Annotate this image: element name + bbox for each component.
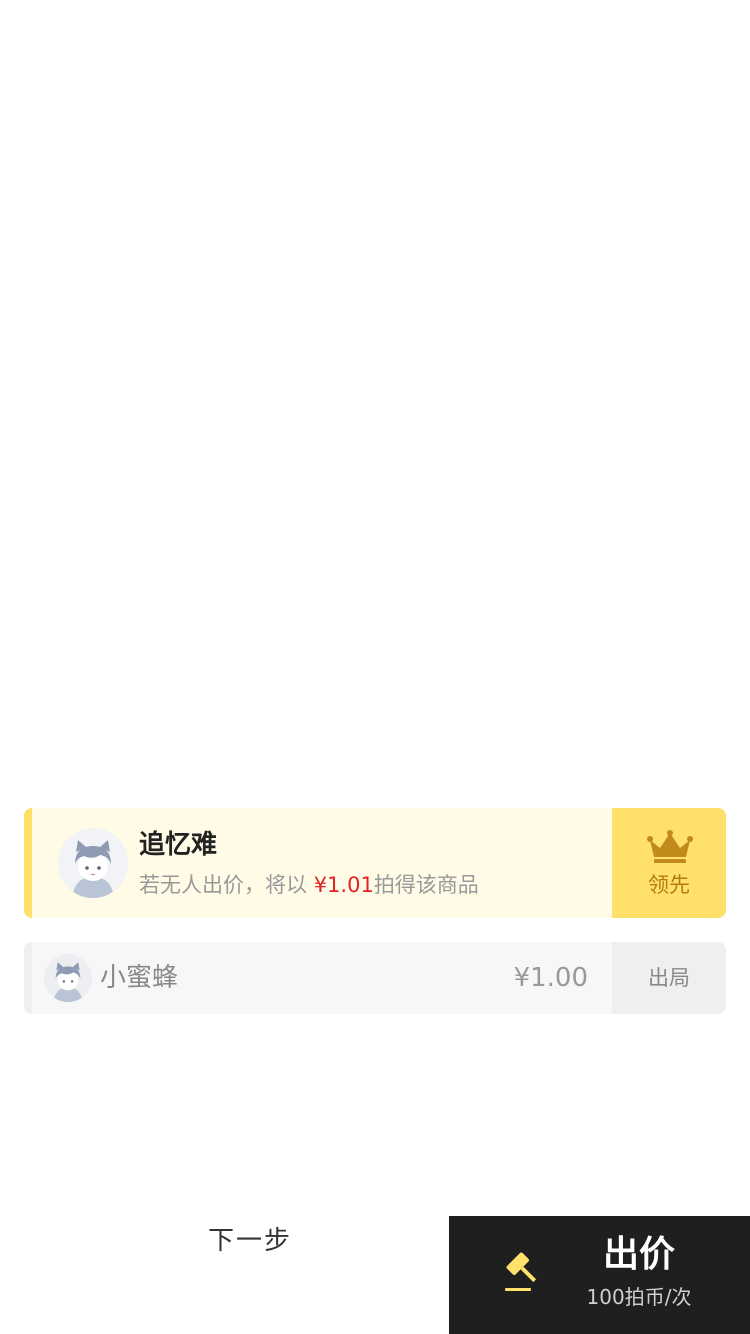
leader-name: 追忆难 — [139, 830, 218, 860]
place-bid-button[interactable]: 出价 100拍币/次 — [449, 1216, 750, 1334]
bid-button-label: 出价 — [602, 1234, 675, 1275]
leader-desc-suffix: 拍得该商品 — [373, 873, 479, 897]
bidder-accent-bar — [24, 942, 32, 1014]
bidder-avatar — [44, 954, 92, 1002]
bidder-status-out: 出局 — [612, 942, 726, 1014]
leading-badge-label: 领先 — [648, 873, 690, 897]
next-step-button[interactable]: 下一步 — [190, 1216, 310, 1266]
leading-badge: 领先 — [612, 808, 726, 918]
auction-page: 追忆难 若无人出价，将以 ¥1.01拍得该商品 领先 小蜜蜂 ¥1.00 出局 … — [0, 0, 750, 1334]
cat-ear-avatar-icon — [58, 828, 128, 898]
leader-description: 若无人出价，将以 ¥1.01拍得该商品 — [139, 870, 479, 900]
leader-winning-price: ¥1.01 — [313, 873, 374, 897]
leader-desc-prefix: 若无人出价，将以 — [139, 873, 314, 897]
gavel-icon — [505, 1252, 537, 1291]
bidder-amount: ¥1.00 — [513, 963, 588, 993]
leading-bidder-card: 追忆难 若无人出价，将以 ¥1.01拍得该商品 领先 — [24, 808, 726, 918]
leader-accent-bar — [24, 808, 32, 918]
crown-icon — [647, 830, 693, 863]
bid-cost-label: 100拍币/次 — [586, 1285, 692, 1309]
leader-avatar — [58, 828, 128, 898]
cat-ear-avatar-icon — [44, 954, 92, 1002]
bidder-name: 小蜜蜂 — [100, 963, 179, 993]
bidder-row: 小蜜蜂 ¥1.00 出局 — [24, 942, 726, 1014]
